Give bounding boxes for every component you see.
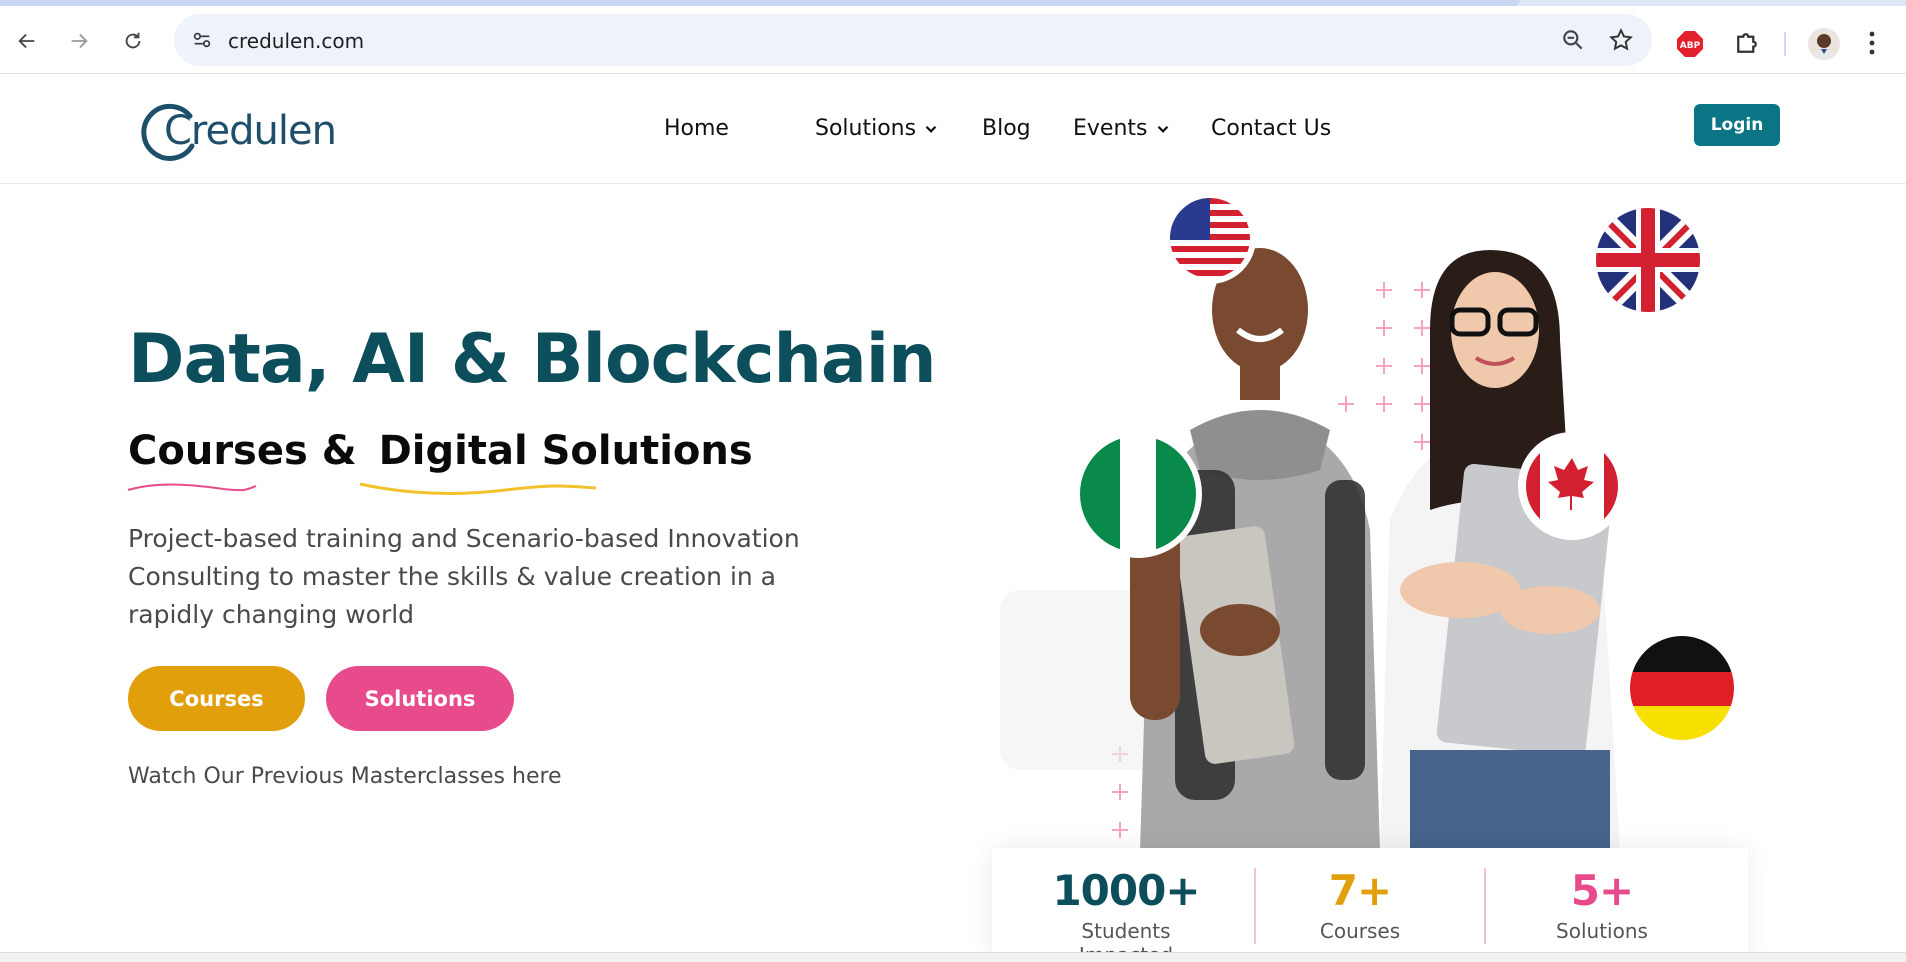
nav-home-label: Home	[664, 116, 729, 141]
forward-arrow-icon	[71, 33, 88, 49]
solutions-button[interactable]: Solutions	[326, 666, 514, 731]
credulen-logo[interactable]: Credulen	[140, 94, 337, 164]
site-header: Credulen Home Solutions Blog Events Cont…	[0, 74, 1906, 184]
nav-contact-us[interactable]: Contact Us	[1211, 116, 1331, 141]
decorative-underline	[127, 482, 597, 495]
hero-subtitle: Courses & Digital Solutions	[128, 428, 753, 474]
female-student	[1380, 250, 1620, 850]
profile-avatar[interactable]	[1808, 28, 1840, 60]
nav-events[interactable]: Events	[1073, 116, 1172, 141]
extensions-puzzle-icon[interactable]	[1732, 28, 1762, 58]
hero-subtitle-part1: Courses &	[128, 428, 357, 474]
stats-panel: 1000+ Students Impacted 7+ Courses 5+ So…	[992, 848, 1748, 962]
page-bottom-edge	[0, 952, 1906, 962]
chevron-down-icon	[1157, 125, 1168, 133]
masterclass-link[interactable]: Watch Our Previous Masterclasses here	[128, 764, 562, 789]
germany-flag-icon	[1624, 630, 1740, 746]
adblock-label: ABP	[1680, 41, 1701, 51]
zoom-icon[interactable]	[1560, 27, 1586, 53]
site-info-button[interactable]	[186, 24, 218, 56]
stat-courses: 7+ Courses	[1270, 866, 1450, 943]
logo-text: Credulen	[164, 108, 337, 154]
nav-blog[interactable]: Blog	[982, 116, 1031, 141]
hero-description: Project-based training and Scenario-base…	[128, 524, 800, 629]
stat-divider	[1484, 868, 1486, 944]
uk-flag-icon	[1588, 200, 1708, 320]
nav-home[interactable]: Home	[664, 116, 729, 141]
bookmark-star-icon[interactable]	[1608, 27, 1634, 53]
stat-courses-value: 7+	[1328, 866, 1392, 915]
reload-icon	[125, 32, 141, 49]
nav-events-label: Events	[1073, 116, 1148, 141]
stat-solutions: 5+ Solutions	[1512, 866, 1692, 943]
url-text[interactable]: credulen.com	[228, 29, 364, 53]
hero-subtitle-part2: Digital Solutions	[378, 428, 753, 474]
stat-students-value: 1000+	[1052, 866, 1200, 915]
toolbar-separator	[1784, 32, 1786, 56]
back-arrow-icon	[18, 33, 35, 49]
nav-solutions-label: Solutions	[815, 116, 917, 141]
hero-students-image	[1000, 192, 1740, 850]
login-button[interactable]: Login	[1694, 104, 1780, 146]
hero-title: Data, AI & Blockchain	[128, 320, 937, 399]
menu-dots-icon[interactable]	[1868, 30, 1876, 56]
stat-solutions-value: 5+	[1570, 866, 1634, 915]
chevron-down-icon	[925, 125, 937, 133]
browser-toolbar: credulen.com ABP	[0, 6, 1906, 74]
stat-solutions-label: Solutions	[1556, 919, 1648, 943]
address-bar[interactable]: credulen.com	[174, 14, 1652, 66]
nigeria-flag-icon	[1074, 430, 1202, 558]
canada-flag-icon	[1518, 432, 1626, 540]
avatar-image	[1812, 34, 1836, 60]
site-info-icon	[193, 32, 211, 48]
usa-flag-icon	[1164, 192, 1256, 284]
stat-students: 1000+ Students Impacted	[1036, 866, 1216, 962]
stat-courses-label: Courses	[1319, 919, 1401, 943]
nav-solutions[interactable]: Solutions	[815, 116, 940, 141]
nav-contact-label: Contact Us	[1211, 116, 1332, 141]
reload-button[interactable]	[114, 22, 152, 60]
courses-button[interactable]: Courses	[128, 666, 305, 731]
back-button[interactable]	[8, 22, 46, 60]
stat-divider	[1254, 868, 1256, 944]
forward-button[interactable]	[60, 22, 98, 60]
adblock-plus-icon[interactable]: ABP	[1676, 30, 1704, 58]
nav-blog-label: Blog	[982, 116, 1031, 141]
